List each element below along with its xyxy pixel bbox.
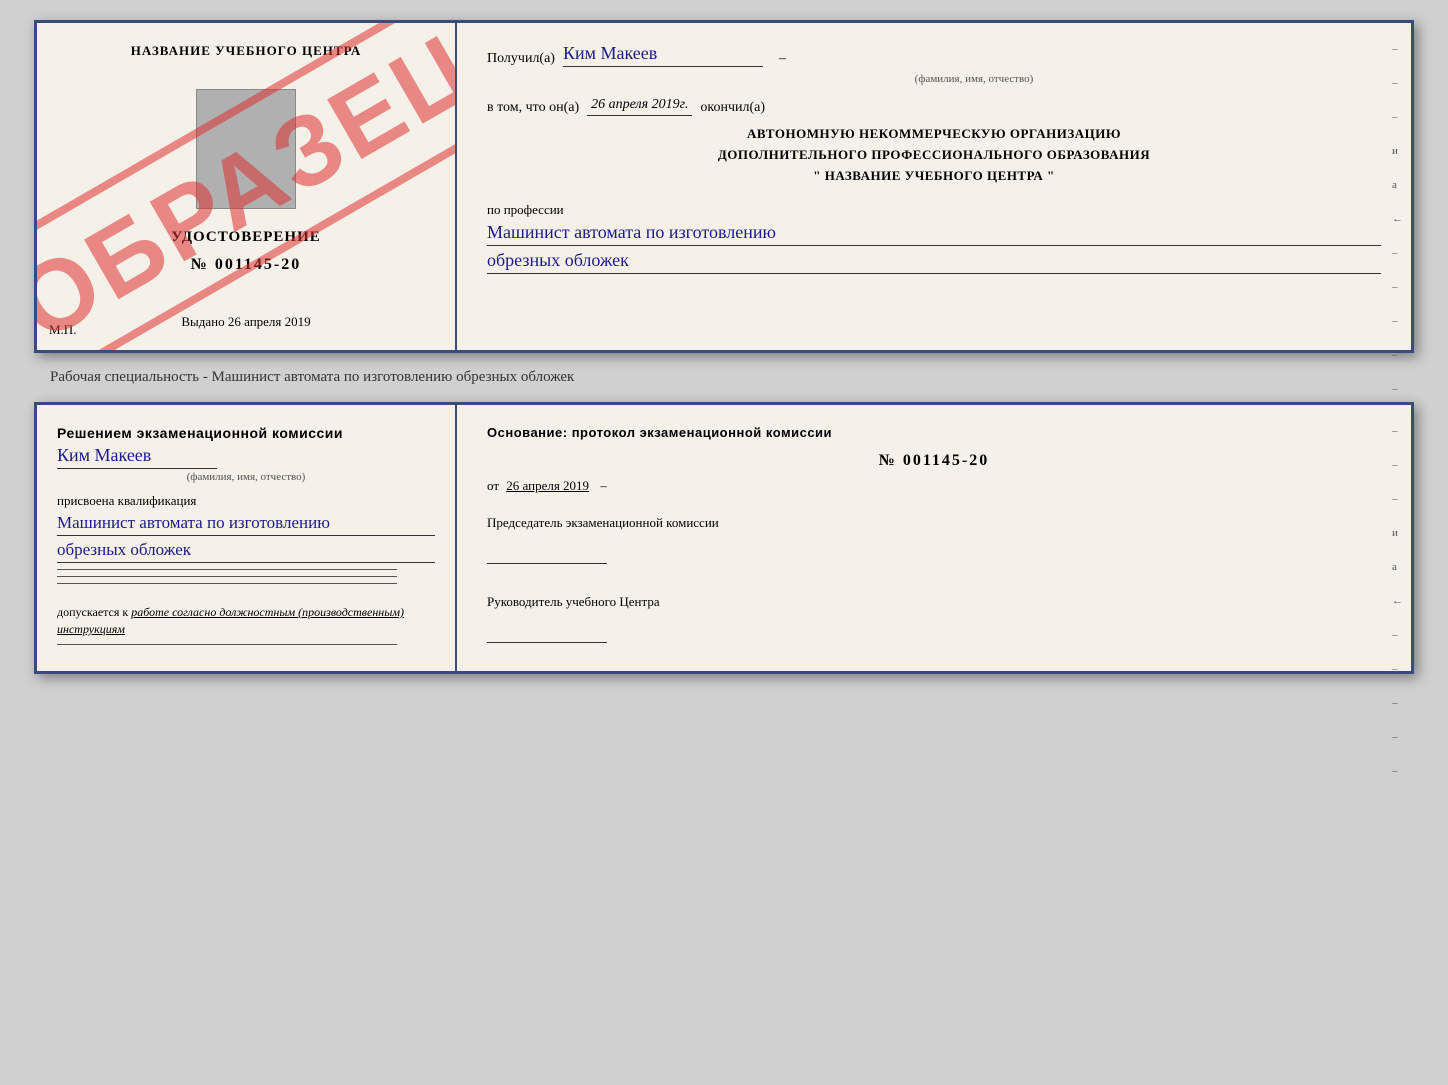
top-certificate-card: НАЗВАНИЕ УЧЕБНОГО ЦЕНТРА УДОСТОВЕРЕНИЕ №… (34, 20, 1414, 353)
director-block: Руководитель учебного Центра (487, 593, 1381, 648)
sep-line-1 (57, 569, 397, 570)
org-line1: АВТОНОМНУЮ НЕКОММЕРЧЕСКУЮ ОРГАНИЗАЦИЮ (487, 124, 1381, 145)
b-edge-mark-3: – (1392, 493, 1403, 505)
b-edge-mark-arrow: ← (1392, 595, 1403, 607)
recipient-line: Получил(а) Ким Макеев – (487, 43, 1381, 67)
b-edge-mark-i: и (1392, 527, 1403, 539)
qual-line1: Машинист автомата по изготовлению (57, 513, 435, 536)
edge-mark-4: – (1392, 247, 1403, 259)
profession-line1: Машинист автомата по изготовлению (487, 222, 1381, 246)
edge-mark-i: и (1392, 145, 1403, 157)
cert-title: УДОСТОВЕРЕНИЕ (171, 229, 321, 246)
bottom-card-left: Решением экзаменационной комиссии Ким Ма… (37, 405, 457, 671)
sep-line-4 (57, 644, 397, 645)
mp-label: М.П. (49, 322, 76, 338)
b-edge-mark-6: – (1392, 697, 1403, 709)
issued-label: Выдано (181, 314, 224, 329)
edge-mark-a: а (1392, 179, 1403, 191)
director-sig-line (487, 627, 607, 643)
bottom-card-right: Основание: протокол экзаменационной коми… (457, 405, 1411, 671)
b-edge-mark-a: а (1392, 561, 1403, 573)
date-value: 26 апреля 2019г. (587, 97, 692, 116)
edge-mark-7: – (1392, 349, 1403, 361)
b-edge-mark-4: – (1392, 629, 1403, 641)
bottom-person-name: Ким Макеев (57, 445, 217, 469)
edge-mark-3: – (1392, 111, 1403, 123)
b-edge-mark-2: – (1392, 459, 1403, 471)
protocol-date-value: 26 апреля 2019 (506, 478, 589, 493)
org-line3: " НАЗВАНИЕ УЧЕБНОГО ЦЕНТРА " (487, 166, 1381, 187)
edge-mark-8: – (1392, 383, 1403, 395)
edge-mark-arrow: ← (1392, 213, 1403, 225)
right-edge-marks: – – – и а ← – – – – – (1392, 43, 1403, 395)
protocol-date: от 26 апреля 2019 – (487, 478, 1381, 494)
org-line2: ДОПОЛНИТЕЛЬНОГО ПРОФЕССИОНАЛЬНОГО ОБРАЗО… (487, 145, 1381, 166)
b-edge-mark-1: – (1392, 425, 1403, 437)
issued-date-value: 26 апреля 2019 (228, 314, 311, 329)
recipient-name: Ким Макеев (563, 43, 763, 67)
basis-text: Основание: протокол экзаменационной коми… (487, 425, 1381, 440)
date-outro: окончил(а) (700, 100, 765, 116)
sep-line-3 (57, 583, 397, 584)
profession-line2: обрезных обложек (487, 250, 1381, 274)
director-label: Руководитель учебного Центра (487, 593, 1381, 611)
edge-mark-6: – (1392, 315, 1403, 327)
chairman-label: Председатель экзаменационной комиссии (487, 514, 1381, 532)
допускается-block: допускается к работе согласно должностны… (57, 604, 435, 638)
допускается-label: допускается к (57, 605, 128, 619)
between-cards-text: Рабочая специальность - Машинист автомат… (20, 369, 574, 386)
date-intro: в том, что он(а) (487, 100, 579, 116)
b-edge-mark-8: – (1392, 765, 1403, 777)
chairman-block: Председатель экзаменационной комиссии (487, 514, 1381, 569)
fio-label-top: (фамилия, имя, отчество) (567, 73, 1381, 85)
photo-placeholder (196, 89, 296, 209)
fio-label-bottom: (фамилия, имя, отчество) (57, 471, 435, 483)
date-line: в том, что он(а) 26 апреля 2019г. окончи… (487, 97, 1381, 116)
top-card-left: НАЗВАНИЕ УЧЕБНОГО ЦЕНТРА УДОСТОВЕРЕНИЕ №… (37, 23, 457, 350)
protocol-number: № 001145-20 (487, 452, 1381, 470)
b-edge-mark-7: – (1392, 731, 1403, 743)
qual-line2: обрезных обложек (57, 540, 435, 563)
bottom-certificate-card: Решением экзаменационной комиссии Ким Ма… (34, 402, 1414, 674)
chairman-sig-line (487, 548, 607, 564)
protocol-dash: – (600, 478, 607, 493)
top-card-right: Получил(а) Ким Макеев – (фамилия, имя, о… (457, 23, 1411, 350)
decision-text: Решением экзаменационной комиссии (57, 425, 435, 441)
qual-assigned-label: присвоена квалификация (57, 493, 435, 509)
dash-after-name: – (779, 51, 786, 67)
cert-number: № 001145-20 (191, 256, 302, 274)
school-name-top: НАЗВАНИЕ УЧЕБНОГО ЦЕНТРА (131, 43, 362, 59)
b-edge-mark-5: – (1392, 663, 1403, 675)
protocol-date-prefix: от (487, 478, 499, 493)
bottom-right-edge-marks: – – – и а ← – – – – – (1392, 425, 1403, 777)
edge-mark-2: – (1392, 77, 1403, 89)
edge-mark-5: – (1392, 281, 1403, 293)
profession-label: по профессии (487, 202, 1381, 218)
issued-date-line: Выдано 26 апреля 2019 (181, 314, 310, 330)
sep-line-2 (57, 576, 397, 577)
org-text: АВТОНОМНУЮ НЕКОММЕРЧЕСКУЮ ОРГАНИЗАЦИЮ ДО… (487, 124, 1381, 186)
edge-mark-1: – (1392, 43, 1403, 55)
recipient-label: Получил(а) (487, 51, 555, 67)
